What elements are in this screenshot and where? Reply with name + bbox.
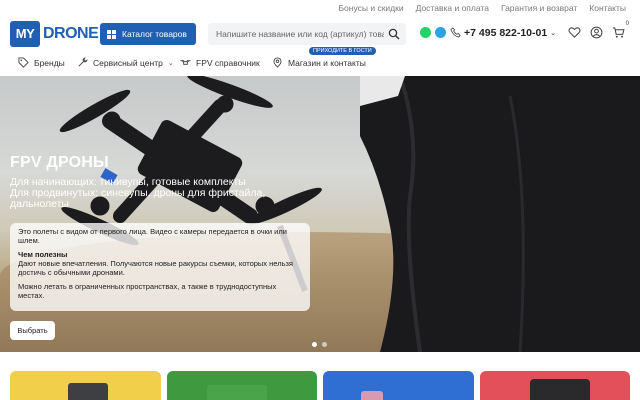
choose-button[interactable]: Выбрать (10, 321, 55, 340)
category-tile[interactable] (10, 371, 161, 400)
drone-icon (180, 60, 191, 65)
product-image (68, 383, 108, 400)
search-bar (208, 23, 406, 45)
main-nav: Бренды Сервисный центр ⌄ FPV справочник … (0, 53, 640, 75)
link-warranty[interactable]: Гарантия и возврат (501, 3, 577, 13)
search-icon[interactable] (388, 28, 400, 40)
nav-item-fpv-guide[interactable]: FPV справочник (180, 57, 260, 68)
hero-banner: FPV ДРОНЫ Для начинающих: тинивупы, гото… (0, 76, 640, 352)
category-tile[interactable] (166, 371, 317, 400)
card-body: Дают новые впечатления. Получаются новые… (18, 259, 293, 277)
nav-item-service[interactable]: Сервисный центр ⌄ (77, 57, 174, 68)
nav-label: Сервисный центр (93, 57, 163, 68)
search-input[interactable] (216, 29, 384, 39)
nav-label: Магазин и контакты (288, 57, 366, 68)
card-benefits: Чем полезны Дают новые впечатления. Полу… (18, 250, 302, 277)
nav-item-brands[interactable]: Бренды (18, 57, 65, 68)
card-footer: Можно летать в ограниченных пространства… (18, 282, 277, 300)
nav-label: FPV справочник (196, 57, 260, 68)
hero-subtitle: Для начинающих: тинивупы, готовые компле… (10, 177, 310, 210)
nav-item-store-contacts[interactable]: Магазин и контакты (272, 57, 366, 68)
phone-icon (450, 27, 461, 38)
link-contacts[interactable]: Контакты (589, 3, 626, 13)
location-icon (273, 57, 282, 68)
carousel-dots (312, 342, 327, 347)
hero-info-card: Это полеты с видом от первого лица. Виде… (10, 223, 310, 311)
header-actions: 0 (568, 21, 629, 39)
carousel-dot[interactable] (312, 342, 317, 347)
phone-text: +7 495 822-10-01 (464, 27, 548, 39)
card-heading: Чем полезны (18, 250, 68, 259)
guest-badge: ПРИХОДИТЕ В ГОСТИ (309, 47, 376, 55)
top-utility-bar: Бонусы и скидки Доставка и оплата Гарант… (0, 0, 640, 15)
carousel-dot[interactable] (322, 342, 327, 347)
catalog-label: Каталог товаров (122, 29, 187, 39)
logo-mark: MY (10, 20, 40, 47)
messenger-icons (420, 27, 461, 38)
wrench-icon (78, 57, 88, 67)
site-logo[interactable]: MY DRONE (10, 20, 99, 47)
hero-title: FPV ДРОНЫ (10, 154, 109, 171)
chevron-down-icon: ⌄ (167, 59, 174, 67)
product-image (361, 391, 383, 400)
phone-number[interactable]: +7 495 822-10-01 ⌄ (464, 27, 556, 39)
tag-icon (18, 57, 29, 68)
category-tiles (10, 371, 630, 400)
whatsapp-icon[interactable] (420, 27, 431, 38)
link-bonuses[interactable]: Бонусы и скидки (338, 3, 403, 13)
cart-count: 0 (625, 21, 629, 27)
person-image (360, 76, 640, 352)
link-delivery[interactable]: Доставка и оплата (416, 3, 489, 13)
heart-icon[interactable] (568, 26, 581, 39)
cart-icon (612, 27, 625, 38)
category-tile[interactable] (479, 371, 630, 400)
catalog-button[interactable]: Каталог товаров (100, 23, 196, 45)
grid-icon (107, 29, 116, 39)
product-image (529, 379, 590, 400)
telegram-icon[interactable] (435, 27, 446, 38)
hero-subtitle-line-2: Для продвинутых: синевупы, дроны для фри… (10, 187, 266, 210)
chevron-down-icon: ⌄ (550, 30, 557, 37)
logo-wordmark: DRONE (43, 24, 99, 42)
category-tile[interactable] (323, 371, 474, 400)
user-icon[interactable] (590, 26, 603, 39)
product-image (206, 385, 267, 400)
card-intro: Это полеты с видом от первого лица. Виде… (18, 227, 287, 245)
site-header: MY DRONE Каталог товаров +7 495 822-10-0… (0, 17, 640, 51)
nav-label: Бренды (34, 57, 65, 68)
cart-button[interactable]: 0 (612, 21, 629, 39)
